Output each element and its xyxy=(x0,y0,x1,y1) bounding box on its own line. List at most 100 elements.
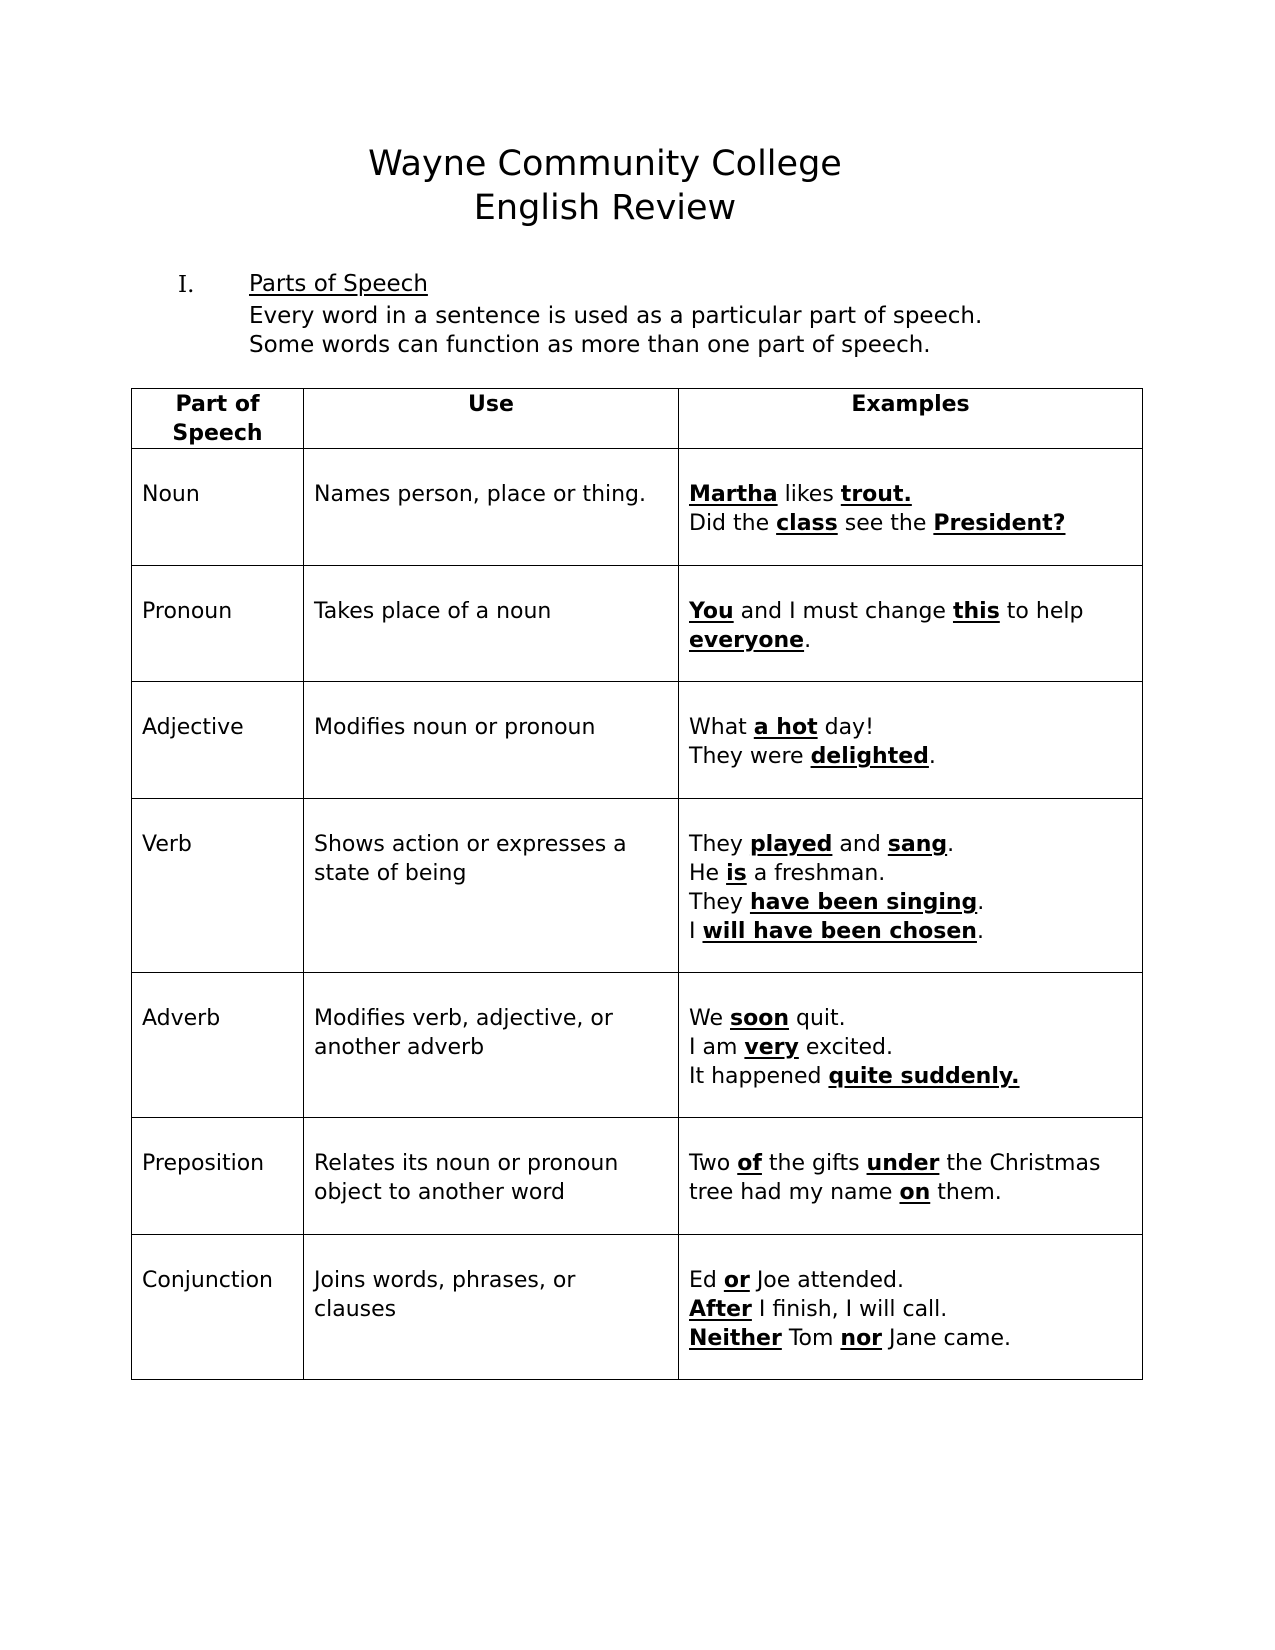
table-row: Preposition Relates its noun or pronoun ob… xyxy=(131,1117,1143,1235)
document-title: Wayne Community College xyxy=(368,144,842,184)
example-sentence: They have been singing. xyxy=(689,888,1132,917)
table-row: Verb Shows action or expresses a state of … xyxy=(131,798,1143,973)
use-text-line: clauses xyxy=(314,1297,397,1322)
part-of-speech-cell: Adjective xyxy=(131,681,304,799)
example-text: . xyxy=(976,919,984,944)
highlighted-word: will have been chosen xyxy=(702,919,977,944)
column-header-part-line: Speech xyxy=(172,421,263,446)
example-sentence: What a hot day! xyxy=(689,713,1132,742)
part-of-speech-cell: Verb xyxy=(131,798,304,973)
example-text: Joe attended. xyxy=(749,1268,904,1293)
highlighted-word: everyone xyxy=(689,628,805,653)
example-text: They xyxy=(689,832,750,857)
highlighted-word: have been singing xyxy=(749,890,978,915)
highlighted-word: trout. xyxy=(840,482,912,507)
highlighted-word: a hot xyxy=(753,715,818,740)
example-text: They were xyxy=(689,744,811,769)
example-text: Tom xyxy=(781,1326,841,1351)
part-of-speech-name: Conjunction xyxy=(142,1268,274,1293)
example-sentence: We soon quit. xyxy=(689,1004,1132,1033)
examples-cell: We soon quit. I am very excited. It happen… xyxy=(678,972,1143,1118)
example-text: I finish, I will call. xyxy=(751,1297,948,1322)
example-text: . xyxy=(947,832,955,857)
column-header-part: Part of Speech xyxy=(131,388,304,449)
example-text: them. xyxy=(930,1180,1002,1205)
highlighted-word: soon xyxy=(730,1006,789,1031)
example-sentence: I will have been chosen. xyxy=(689,917,1132,946)
example-text: a freshman. xyxy=(746,861,886,886)
highlighted-word: Martha xyxy=(689,482,778,507)
table-row: Noun Names person, place or thing. Martha … xyxy=(131,448,1143,566)
example-sentence: They were delighted. xyxy=(689,742,1132,771)
highlighted-word: class xyxy=(776,511,838,536)
section-intro-line: Every word in a sentence is used as a pa… xyxy=(249,303,983,329)
table-row: Conjunction Joins words, phrases, or claus… xyxy=(131,1234,1143,1380)
part-of-speech-cell: Conjunction xyxy=(131,1234,304,1380)
use-text-line: Relates its noun or pronoun xyxy=(314,1151,619,1176)
document-subtitle: English Review xyxy=(473,188,737,228)
highlighted-word: After xyxy=(689,1297,752,1322)
example-sentence: Ed or Joe attended. xyxy=(689,1266,1132,1295)
highlighted-word: President? xyxy=(933,511,1066,536)
highlighted-word: or xyxy=(723,1268,750,1293)
table-header-row: Part of Speech Use Examples xyxy=(131,388,1143,449)
example-text: What xyxy=(689,715,754,740)
part-of-speech-name: Pronoun xyxy=(142,599,233,624)
use-cell: Joins words, phrases, or clauses xyxy=(303,1234,679,1380)
example-text: likes xyxy=(777,482,841,507)
use-cell: Modifies noun or pronoun xyxy=(303,681,679,799)
example-sentence: I am very excited. xyxy=(689,1033,1132,1062)
highlighted-word: sang xyxy=(887,832,948,857)
example-sentence: After I finish, I will call. xyxy=(689,1295,1132,1324)
example-text: excited. xyxy=(798,1035,893,1060)
example-sentence: tree had my name on them. xyxy=(689,1178,1132,1207)
example-sentence: It happened quite suddenly. xyxy=(689,1062,1132,1091)
example-sentence: Did the class see the President? xyxy=(689,509,1132,538)
example-text: Ed xyxy=(689,1268,724,1293)
example-text: to help xyxy=(999,599,1084,624)
example-text: see the xyxy=(837,511,934,536)
example-text: . xyxy=(928,744,936,769)
example-sentence: everyone. xyxy=(689,626,1132,655)
example-text: and I must change xyxy=(733,599,953,624)
highlighted-word: Neither xyxy=(689,1326,782,1351)
part-of-speech-cell: Noun xyxy=(131,448,304,566)
use-text-line: Names person, place or thing. xyxy=(314,482,647,507)
example-text: tree had my name xyxy=(689,1180,900,1205)
part-of-speech-name: Noun xyxy=(142,482,200,507)
examples-cell: Martha likes trout. Did the class see the… xyxy=(678,448,1143,566)
example-sentence: They played and sang. xyxy=(689,830,1132,859)
example-text: I xyxy=(689,919,703,944)
use-text-line: Takes place of a noun xyxy=(314,599,552,624)
highlighted-word: under xyxy=(866,1151,940,1176)
highlighted-word: this xyxy=(952,599,1000,624)
highlighted-word: You xyxy=(689,599,734,624)
examples-cell: What a hot day! They were delighted. xyxy=(678,681,1143,799)
use-cell: Shows action or expresses a state of bein… xyxy=(303,798,679,973)
use-text-line: state of being xyxy=(314,861,467,886)
highlighted-word: of xyxy=(737,1151,762,1176)
example-text: They xyxy=(689,890,750,915)
part-of-speech-cell: Pronoun xyxy=(131,565,304,682)
use-text-line: Shows action or expresses a xyxy=(314,832,627,857)
section-title: Parts of Speech xyxy=(249,271,428,297)
example-text: day! xyxy=(817,715,874,740)
example-text: . xyxy=(804,628,812,653)
part-of-speech-name: Preposition xyxy=(142,1151,265,1176)
example-sentence: Two of the gifts under the Christmas xyxy=(689,1149,1132,1178)
table-row: Pronoun Takes place of a noun You and I mu… xyxy=(131,565,1143,682)
example-text: I am xyxy=(689,1035,745,1060)
highlighted-word: is xyxy=(726,861,747,886)
example-text: He xyxy=(689,861,727,886)
example-sentence: Neither Tom nor Jane came. xyxy=(689,1324,1132,1353)
section-intro-line: Some words can function as more than one… xyxy=(249,332,931,358)
column-header-use: Use xyxy=(303,388,679,449)
example-text: It happened xyxy=(689,1064,829,1089)
example-text: Two xyxy=(689,1151,738,1176)
use-cell: Modifies verb, adjective, or another adve… xyxy=(303,972,679,1118)
part-of-speech-cell: Adverb xyxy=(131,972,304,1118)
examples-cell: Ed or Joe attended. After I finish, I wil… xyxy=(678,1234,1143,1380)
example-text: quit. xyxy=(789,1006,846,1031)
use-cell: Relates its noun or pronoun object to ano… xyxy=(303,1117,679,1235)
examples-cell: They played and sang. He is a freshman. Th… xyxy=(678,798,1143,973)
